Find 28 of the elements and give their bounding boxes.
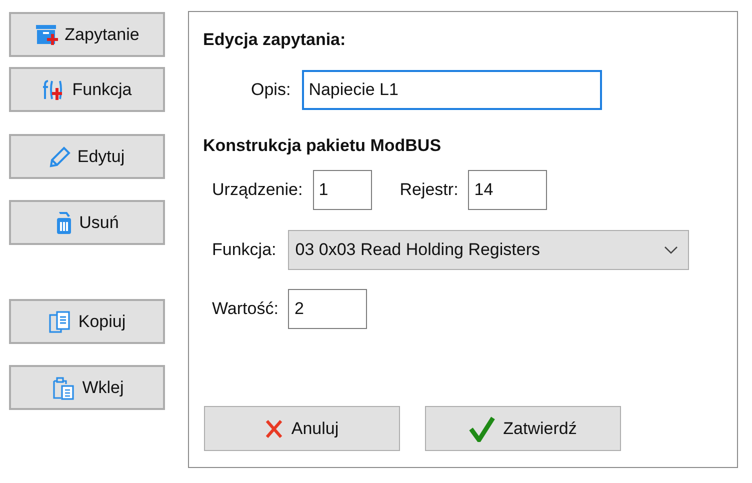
trash-icon [55, 210, 74, 234]
dialog-button[interactable]: Zatwierdź [425, 406, 621, 451]
pencil-icon [49, 146, 72, 168]
close-icon [265, 418, 284, 438]
toolbar-button[interactable]: Wklej [9, 365, 165, 410]
copy-icon [48, 310, 72, 334]
toolbar-button[interactable]: Usuń [9, 200, 165, 245]
toolbar-button[interactable]: Zapytanie [9, 12, 165, 57]
check-icon [469, 416, 496, 442]
dialog-button[interactable]: Anuluj [204, 406, 400, 451]
description-field[interactable]: Napiecie L1 [302, 70, 602, 110]
section-title: Konstrukcja pakietu ModBUS [203, 136, 442, 156]
register-field[interactable]: 14 [468, 170, 548, 210]
panel-title: Edycja zapytania: [203, 30, 347, 50]
field-label: Rejestr: [400, 180, 458, 200]
toolbar-button[interactable]: Funkcja [9, 67, 165, 112]
chevron-down-icon [664, 246, 678, 254]
device-field[interactable]: 1 [312, 170, 372, 210]
paste-icon [50, 374, 76, 400]
value-field[interactable]: 2 [288, 289, 368, 329]
toolbar-button[interactable]: Edytuj [9, 134, 165, 179]
function-dropdown[interactable]: 03 0x03 Read Holding Registers [288, 230, 690, 270]
toolbar-button[interactable]: Kopiuj [9, 299, 165, 344]
field-label: Funkcja: [212, 240, 276, 260]
field-label: Wartość: [212, 299, 278, 319]
field-label: Urządzenie: [212, 180, 303, 200]
box-plus-icon [34, 24, 59, 46]
field-label: Opis: [251, 80, 291, 100]
